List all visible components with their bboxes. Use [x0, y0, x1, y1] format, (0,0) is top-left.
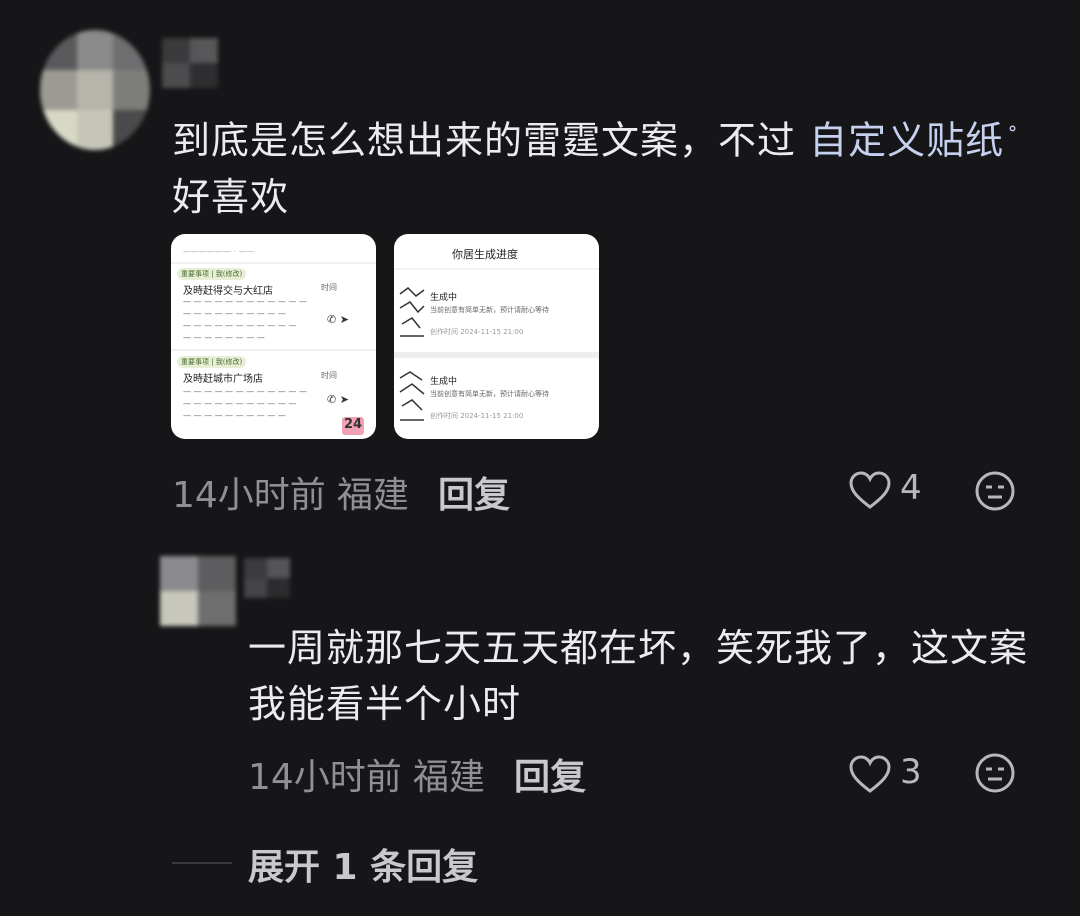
card-tag: 重要事项 | 我(修改) [177, 268, 247, 280]
card-time-label: 时间 [321, 371, 337, 380]
like-button[interactable]: 4 [848, 466, 928, 514]
like-button[interactable]: 3 [848, 750, 928, 798]
username[interactable] [162, 38, 218, 88]
row-status: 生成中 [430, 377, 458, 387]
progress-header: 你居生成进度 [452, 248, 518, 261]
comment-location: 福建 [412, 757, 485, 798]
comment-meta: 14小时前 福建 回复 [248, 748, 586, 798]
row-time: 创作时间 2024-11-15 21:00 [430, 412, 524, 420]
search-icon[interactable]: ᐤ [1008, 121, 1018, 146]
comment-text-before: 到底是怎么想出来的雷霆文案，不过 [172, 118, 810, 163]
row-status: 生成中 [430, 293, 458, 303]
comment-body: 到底是怎么想出来的雷霆文案，不过 自定义贴纸 ᐤ 好喜欢 [172, 106, 1032, 225]
comment-meta: 14小时前 福建 回复 [172, 466, 510, 516]
reply-body: 一周就那七天五天都在坏，笑死我了，这文案我能看半个小时 [248, 626, 1029, 726]
avatar[interactable] [40, 30, 150, 150]
sticker-link[interactable]: 自定义贴纸 [809, 119, 1004, 163]
comment-image-2[interactable]: 你居生成进度 生成中 当前创意有简单无新，预计请耐心等待 创作时间 2024-1… [394, 234, 599, 439]
row-desc: 当前创意有简单无新，预计请耐心等待 [430, 306, 549, 314]
reply-button[interactable]: 回复 [438, 475, 510, 516]
emoji-reaction-icon[interactable] [974, 752, 1016, 794]
heart-icon [849, 755, 891, 793]
comment-time: 14小时前 [172, 475, 326, 516]
heart-icon [849, 471, 891, 509]
card-time-label: 时间 [321, 283, 337, 292]
comment-image-1[interactable]: —————— · —— 重要事项 | 我(修改) 及時赶得交与大红店 时间 — … [171, 234, 376, 439]
reply-button[interactable]: 回复 [514, 757, 586, 798]
comment-location: 福建 [336, 475, 409, 516]
like-count: 3 [900, 752, 922, 792]
expand-divider [172, 862, 232, 864]
username[interactable] [244, 558, 290, 598]
comment-text-after: 好喜欢 [172, 174, 290, 219]
expand-replies-button[interactable]: 展开 1 条回复 [248, 838, 478, 890]
avatar[interactable] [160, 556, 236, 626]
day-badge: 24 [342, 417, 364, 435]
card-title: 及時赶城市广场店 [183, 374, 263, 385]
comment-time: 14小时前 [248, 757, 402, 798]
like-count: 4 [900, 468, 922, 508]
sketch-thumbnail-icon [398, 284, 426, 344]
card-tag: 重要事项 | 我(修改) [177, 356, 247, 368]
row-desc: 当前创意有简单无新，预计请耐心等待 [430, 390, 549, 398]
card-title: 及時赶得交与大红店 [183, 286, 273, 297]
row-time: 创作时间 2024-11-15 21:00 [430, 328, 524, 336]
emoji-reaction-icon[interactable] [974, 470, 1016, 512]
sketch-thumbnail-icon [398, 370, 426, 430]
